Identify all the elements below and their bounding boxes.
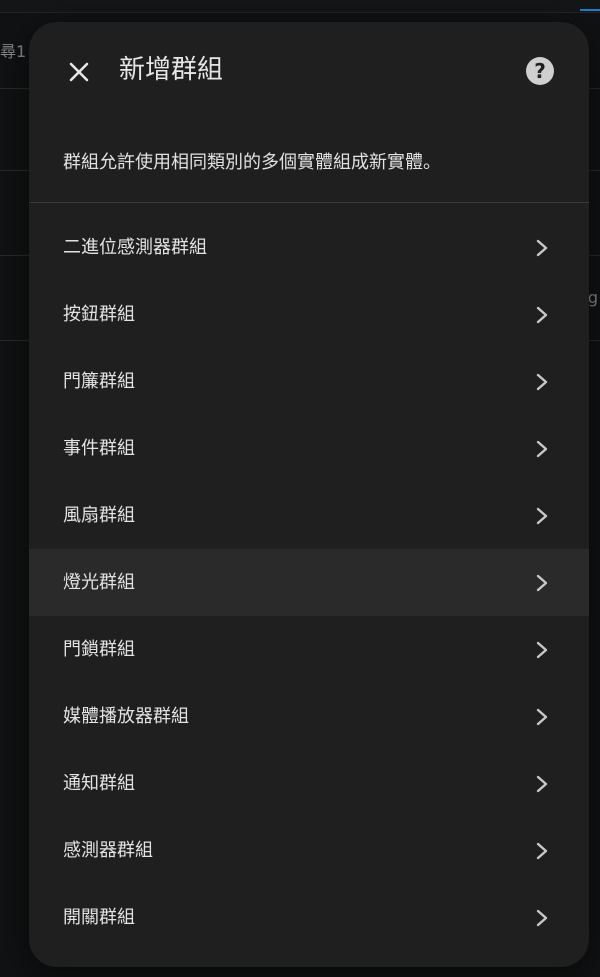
list-item-cover-group[interactable]: 門簾群組: [29, 348, 589, 415]
chevron-right-icon: [536, 440, 548, 457]
list-item-label: 媒體播放器群組: [63, 705, 189, 727]
list-item-fan-group[interactable]: 風扇群組: [29, 482, 589, 549]
list-item-label: 門鎖群組: [63, 638, 135, 660]
chevron-right-icon: [536, 775, 548, 792]
list-item-sensor-group[interactable]: 感測器群組: [29, 817, 589, 884]
list-item-switch-group[interactable]: 開關群組: [29, 884, 589, 951]
list-item-light-group[interactable]: 燈光群組: [29, 549, 589, 616]
group-type-list: 二進位感測器群組 按鈕群組 門簾群組 事件群組 風扇群組 燈光群組 門鎖群組 媒…: [29, 214, 589, 951]
list-item-label: 二進位感測器群組: [63, 236, 207, 258]
help-icon: ?: [526, 57, 554, 85]
chevron-right-icon: [536, 641, 548, 658]
chevron-right-icon: [536, 842, 548, 859]
list-item-lock-group[interactable]: 門鎖群組: [29, 616, 589, 683]
list-item-label: 通知群組: [63, 772, 135, 794]
chevron-right-icon: [536, 239, 548, 256]
list-item-label: 事件群組: [63, 437, 135, 459]
background-accent: [580, 9, 600, 11]
dialog-divider: [29, 202, 589, 203]
list-item-label: 燈光群組: [63, 571, 135, 593]
chevron-right-icon: [536, 306, 548, 323]
chevron-right-icon: [536, 708, 548, 725]
dialog-header: 新增群組 ?: [29, 22, 589, 118]
close-icon: [69, 62, 89, 82]
list-item-media-player-group[interactable]: 媒體播放器群組: [29, 683, 589, 750]
list-item-label: 門簾群組: [63, 370, 135, 392]
chevron-right-icon: [536, 909, 548, 926]
list-item-label: 開關群組: [63, 906, 135, 928]
help-button[interactable]: ?: [525, 56, 555, 86]
list-item-button-group[interactable]: 按鈕群組: [29, 281, 589, 348]
list-item-label: 按鈕群組: [63, 303, 135, 325]
chevron-right-icon: [536, 574, 548, 591]
list-item-binary-sensor-group[interactable]: 二進位感測器群組: [29, 214, 589, 281]
background-top-bar: [0, 0, 600, 13]
list-item-label: 感測器群組: [63, 839, 153, 861]
list-item-label: 風扇群組: [63, 504, 135, 526]
list-item-notify-group[interactable]: 通知群組: [29, 750, 589, 817]
background-right-text: g: [587, 288, 598, 307]
add-group-dialog: 新增群組 ? 群組允許使用相同類別的多個實體組成新實體。 二進位感測器群組 按鈕…: [29, 22, 589, 967]
chevron-right-icon: [536, 507, 548, 524]
chevron-right-icon: [536, 373, 548, 390]
close-button[interactable]: [63, 56, 95, 88]
dialog-title: 新增群組: [119, 55, 224, 85]
dialog-description: 群組允許使用相同類別的多個實體組成新實體。: [63, 152, 441, 173]
list-item-event-group[interactable]: 事件群組: [29, 415, 589, 482]
